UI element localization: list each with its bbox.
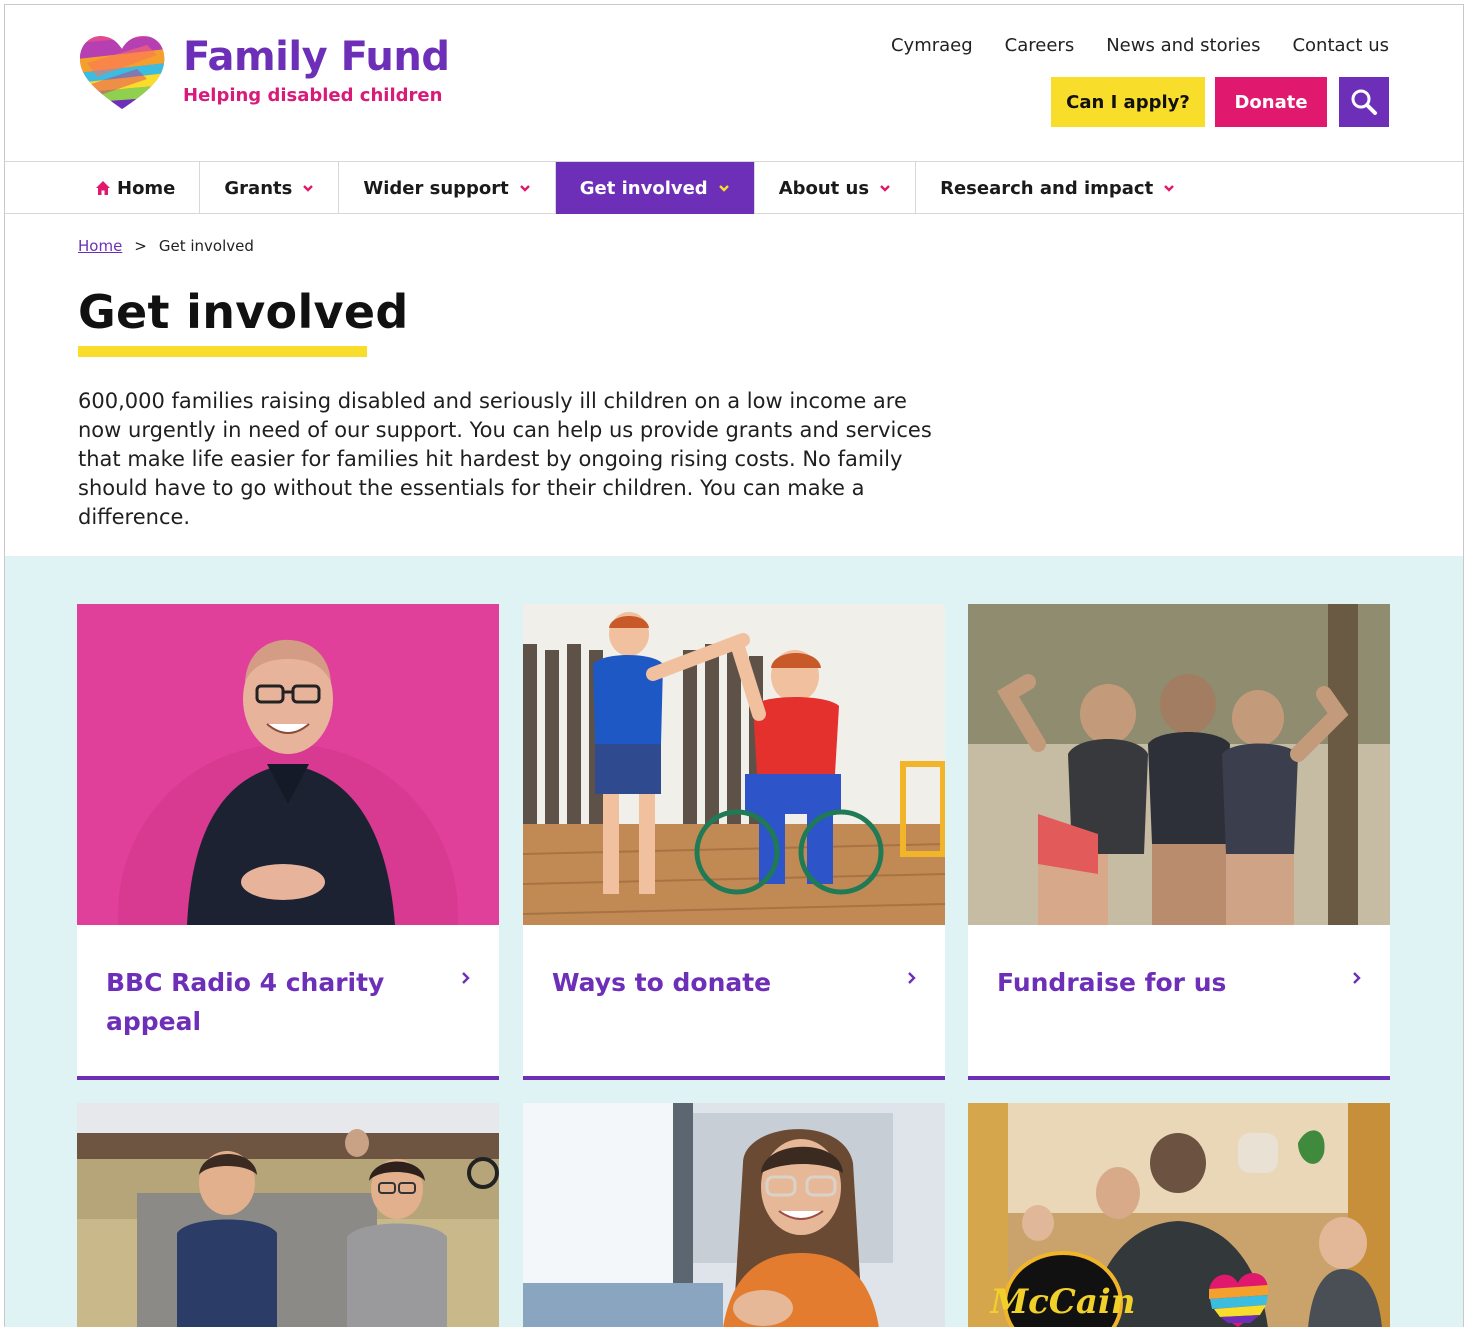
page-title: Get involved — [78, 285, 409, 339]
logo-tagline: Helping disabled children — [183, 85, 443, 106]
nav-label-get-involved: Get involved — [579, 177, 708, 199]
can-i-apply-button[interactable]: Can I apply? — [1051, 77, 1205, 127]
link-careers[interactable]: Careers — [1005, 35, 1075, 56]
card-bottom-3[interactable]: McCain — [968, 1103, 1390, 1327]
link-news-and-stories[interactable]: News and stories — [1106, 35, 1260, 56]
breadcrumb-current: Get involved — [158, 237, 254, 255]
nav-item-grants[interactable]: Grants — [200, 162, 340, 214]
card-image — [968, 604, 1390, 925]
chevron-right-icon — [1353, 972, 1361, 984]
muddy-runners-image — [968, 604, 1390, 925]
card-bottom-2[interactable] — [523, 1103, 945, 1327]
nav-label-research-and-impact: Research and impact — [940, 177, 1154, 199]
intro-paragraph: 600,000 families raising disabled and se… — [78, 389, 932, 529]
card-bbc-radio-4-appeal[interactable]: BBC Radio 4 charity appeal — [77, 604, 499, 1080]
family-at-table-image: McCain — [968, 1103, 1390, 1327]
nav-item-about-us[interactable]: About us — [755, 162, 917, 214]
chevron-right-icon — [462, 972, 470, 984]
card-image — [523, 1103, 945, 1327]
search-button[interactable] — [1339, 77, 1389, 127]
card-fundraise-for-us[interactable]: Fundraise for us — [968, 604, 1390, 1080]
card-image: McCain — [968, 1103, 1390, 1327]
mccain-logo-text: McCain — [989, 1282, 1135, 1322]
card-title: BBC Radio 4 charity appeal — [106, 968, 385, 1036]
chevron-down-icon — [303, 185, 314, 192]
nav-label-grants: Grants — [224, 177, 293, 199]
nav-item-research-and-impact[interactable]: Research and impact — [916, 162, 1199, 214]
card-bottom-1[interactable] — [77, 1103, 499, 1327]
nav-item-get-involved[interactable]: Get involved — [555, 162, 755, 214]
chevron-right-icon — [908, 972, 916, 984]
man-on-pink-background-image — [77, 604, 499, 925]
home-icon — [96, 181, 110, 195]
donate-button[interactable]: Donate — [1215, 77, 1327, 127]
nav-label-about-us: About us — [778, 177, 870, 199]
chevron-down-icon — [718, 185, 729, 192]
heart-logo-icon — [79, 35, 165, 109]
cards-section: BBC Radio 4 charity appeal Ways to donat… — [5, 556, 1463, 1327]
chevron-down-icon — [519, 185, 530, 192]
chevron-down-icon — [1164, 185, 1175, 192]
link-contact-us[interactable]: Contact us — [1292, 35, 1389, 56]
utility-links: Cymraeg Careers News and stories Contact… — [891, 35, 1389, 56]
search-icon — [1351, 89, 1377, 115]
breadcrumb-home-link[interactable]: Home — [78, 237, 122, 255]
smiling-woman-image — [523, 1103, 945, 1327]
site-header: Family Fund Helping disabled children Cy… — [5, 5, 1463, 161]
card-image — [77, 1103, 499, 1327]
nav-item-home[interactable]: Home — [77, 162, 201, 214]
link-cymraeg[interactable]: Cymraeg — [891, 35, 973, 56]
card-ways-to-donate[interactable]: Ways to donate — [523, 604, 945, 1080]
breadcrumb: Home > Get involved — [78, 237, 254, 255]
two-boys-outdoors-image — [77, 1103, 499, 1327]
card-title: Fundraise for us — [997, 968, 1227, 997]
site-logo[interactable]: Family Fund Helping disabled children — [77, 33, 450, 111]
chevron-down-icon — [880, 185, 890, 192]
nav-label-home: Home — [117, 177, 176, 199]
nav-item-wider-support[interactable]: Wider support — [339, 162, 556, 214]
card-title: Ways to donate — [552, 968, 772, 997]
logo-title: Family Fund — [183, 34, 450, 80]
title-underline — [78, 346, 367, 357]
card-image — [523, 604, 945, 925]
header-actions: Can I apply? Donate — [1051, 77, 1389, 127]
nav-label-wider-support: Wider support — [363, 177, 509, 199]
boys-high-five-image — [523, 604, 945, 925]
main-nav: Home Grants Wider support Get involved A… — [5, 161, 1463, 214]
breadcrumb-separator: > — [134, 237, 147, 255]
page-frame: Family Fund Helping disabled children Cy… — [4, 4, 1464, 1327]
card-image — [77, 604, 499, 925]
